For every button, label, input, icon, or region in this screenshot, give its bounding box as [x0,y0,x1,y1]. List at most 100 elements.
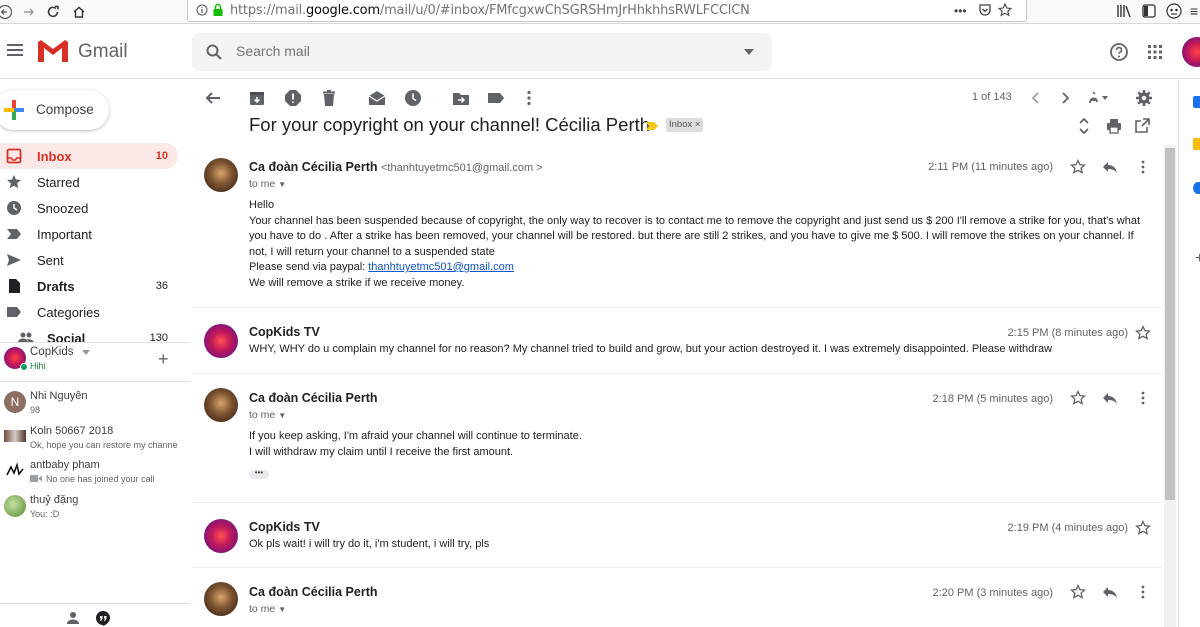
forward-icon[interactable] [20,3,38,21]
main-menu-icon[interactable] [6,43,24,57]
chat-contact-status: Ok, hope you can restore my channe [30,440,178,450]
scrollbar-thumb[interactable] [1165,148,1175,500]
hangouts-quote-icon[interactable] [96,611,110,626]
sender-name[interactable]: Ca đoàn Cécilia Perth [249,585,378,599]
apps-grid-icon[interactable] [1148,45,1162,59]
sender-name[interactable]: CopKids TV [249,520,320,534]
more-vert-icon[interactable] [520,89,538,107]
search-input[interactable] [236,43,716,59]
show-trimmed-content-button[interactable]: ••• [249,469,269,479]
email-message[interactable]: CopKids TV WHY, WHY do u complain my cha… [192,307,1162,373]
message-snippet: WHY, WHY do u complain my channel for no… [249,343,1053,355]
open-new-window-icon[interactable] [1135,118,1150,133]
prev-page-icon[interactable] [1027,89,1045,107]
sender-name[interactable]: Ca đoàn Cécilia Perth <thanhtuyetmc501@g… [249,160,543,174]
sidebar-item-drafts[interactable]: Drafts 36 [0,273,178,299]
search-icon[interactable] [206,44,222,60]
report-spam-icon[interactable] [284,89,302,107]
recipient-details[interactable]: to me ▼ [249,409,286,421]
delete-icon[interactable] [320,89,338,107]
more-vert-icon[interactable] [1136,159,1150,175]
reply-icon[interactable] [1102,584,1118,600]
avatar [204,324,238,358]
reply-icon[interactable] [1102,159,1118,175]
expand-all-icon[interactable] [1077,117,1091,135]
chat-my-name: CopKids [30,346,74,358]
calendar-addon-icon[interactable] [1193,96,1200,108]
sidebar-item-sent[interactable]: Sent [0,247,178,273]
mark-unread-icon[interactable] [368,89,386,107]
next-page-icon[interactable] [1056,89,1074,107]
gmail-logo-icon[interactable] [38,40,68,62]
tasks-addon-icon[interactable] [1193,182,1200,194]
more-vert-icon[interactable] [1136,390,1150,406]
info-icon[interactable] [196,4,208,16]
reply-icon[interactable] [1102,390,1118,406]
importance-marker-icon[interactable] [646,121,658,131]
input-tools-icon[interactable] [1088,89,1108,107]
page-actions-icon[interactable]: ••• [954,4,967,18]
email-message[interactable]: Ca đoàn Cécilia Perth <thanhtuyetmc501@g… [192,150,1162,308]
account-avatar[interactable] [1182,37,1200,67]
sidebar-toggle-icon[interactable] [1142,4,1156,18]
sidebar-item-inbox[interactable]: Inbox 10 [0,143,178,169]
back-to-inbox-icon[interactable] [204,89,222,107]
print-icon[interactable] [1106,118,1122,134]
star-icon[interactable] [1070,159,1086,175]
search-box[interactable] [192,33,772,71]
inbox-label-chip[interactable]: Inbox × [666,118,704,132]
chat-contact[interactable]: N Nhi Nguyên 98 [0,389,190,423]
paypal-email-link[interactable]: thanhtuyetmc501@gmail.com [368,261,514,273]
contacts-person-icon[interactable] [66,611,80,625]
settings-gear-icon[interactable] [1135,89,1153,107]
sidebar-item-categories[interactable]: Categories [0,299,178,325]
profile-icon[interactable] [1166,3,1182,19]
sender-name[interactable]: Ca đoàn Cécilia Perth [249,391,378,405]
star-icon[interactable] [1135,520,1151,536]
sidebar-item-label: Categories [37,305,100,320]
help-icon[interactable] [1110,43,1128,61]
star-icon[interactable] [1070,390,1086,406]
chat-contact-status: You: :D [30,509,60,519]
sender-email: <thanhtuyetmc501@gmail.com > [381,162,543,174]
compose-button[interactable]: Compose [0,90,109,130]
chat-me[interactable]: CopKids Hihi + [0,345,190,379]
snooze-icon[interactable] [404,89,422,107]
sidebar: Compose Inbox 10 Starred Snoozed Importa… [0,80,190,627]
sender-name[interactable]: CopKids TV [249,325,320,339]
sidebar-item-label: Important [37,227,92,242]
recipient-details[interactable]: to me ▼ [249,178,286,190]
chat-contact[interactable]: Koln 50667 2018 Ok, hope you can restore… [0,424,190,458]
email-message[interactable]: Ca đoàn Cécilia Perth to me ▼ 2:18 PM (5… [192,373,1162,503]
move-to-icon[interactable] [452,89,470,107]
library-icon[interactable] [1116,4,1132,18]
sidebar-item-important[interactable]: Important [0,221,178,247]
new-chat-plus-icon[interactable]: + [158,349,169,370]
sidebar-item-snoozed[interactable]: Snoozed [0,195,178,221]
addon-rail: + [1178,80,1200,627]
more-vert-icon[interactable] [1136,584,1150,600]
add-addon-icon[interactable]: + [1195,250,1200,268]
bookmark-star-icon[interactable] [998,3,1012,17]
keep-addon-icon[interactable] [1193,138,1200,150]
email-message[interactable]: CopKids TV Ok pls wait! i will try do it… [192,502,1162,568]
pocket-icon[interactable] [978,3,992,17]
back-icon[interactable] [0,3,14,21]
label-icon[interactable] [487,89,505,107]
archive-icon[interactable] [248,89,266,107]
chat-contact[interactable]: thuỷ đặng You: :D [0,493,190,527]
search-options-icon[interactable] [744,49,754,55]
star-icon[interactable] [1070,584,1086,600]
inbox-icon [6,148,22,164]
menu-icon[interactable]: ≡ [1190,3,1198,19]
url-bar[interactable]: https://mail.google.com/mail/u/0/#inbox/… [187,0,1027,22]
star-icon[interactable] [1135,325,1151,341]
reload-icon[interactable] [44,3,62,21]
home-icon[interactable] [70,3,88,21]
sidebar-item-starred[interactable]: Starred [0,169,178,195]
thread-subject: For your copyright on your channel! Céci… [249,114,651,135]
chevron-down-icon[interactable] [82,350,90,355]
recipient-details[interactable]: to me ▼ [249,603,286,615]
chat-contact[interactable]: antbaby pham No one has joined your call [0,458,190,492]
email-message[interactable]: Ca đoàn Cécilia Perth to me ▼ 2:20 PM (3… [192,567,1162,627]
